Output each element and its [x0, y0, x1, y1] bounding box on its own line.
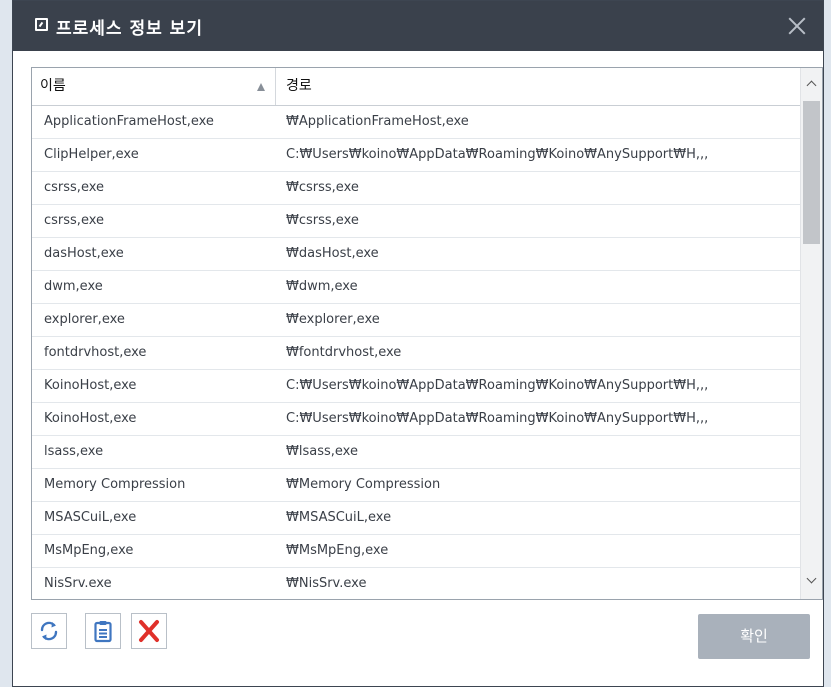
column-header-name-label: 이름	[40, 78, 66, 94]
process-name-cell: dwm,exe	[44, 279, 103, 294]
sort-ascending-icon[interactable]	[257, 83, 265, 91]
scroll-down-button[interactable]	[801, 569, 822, 595]
process-name-cell: ApplicationFrameHost,exe	[44, 114, 214, 129]
process-name-cell: Memory Compression	[44, 477, 186, 492]
refresh-icon	[40, 621, 58, 641]
window-edit-icon	[35, 18, 48, 31]
table-row[interactable]: KoinoHost,exe C:₩Users₩koino₩AppData₩Roam…	[32, 370, 801, 403]
process-path-cell: ₩MsMpEng,exe	[286, 543, 389, 558]
process-path-cell: ₩lsass,exe	[286, 444, 358, 459]
clipboard-icon	[94, 621, 112, 643]
title-bar: 프로세스 정보 보기	[13, 1, 823, 51]
copy-button[interactable]	[85, 613, 121, 649]
table-row[interactable]: NisSrv.exe ₩NisSrv.exe	[32, 568, 801, 599]
table-row[interactable]: csrss,exe ₩csrss,exe	[32, 172, 801, 205]
table-row[interactable]: dasHost,exe ₩dasHost,exe	[32, 238, 801, 271]
column-header-path[interactable]: 경로	[286, 68, 312, 105]
process-name-cell: explorer,exe	[44, 312, 125, 327]
table-row[interactable]: ClipHelper,exe C:₩Users₩koino₩AppData₩Roa…	[32, 139, 801, 172]
process-path-cell: ₩explorer,exe	[286, 312, 380, 327]
process-name-cell: fontdrvhost,exe	[44, 345, 147, 360]
process-table: 이름 경로 ApplicationFrameHost,exe ₩Applicati…	[31, 67, 823, 600]
table-row[interactable]: MsMpEng,exe ₩MsMpEng,exe	[32, 535, 801, 568]
process-name-cell: NisSrv.exe	[44, 576, 112, 591]
process-path-cell: ₩ApplicationFrameHost,exe	[286, 114, 469, 129]
table-header: 이름 경로	[32, 68, 801, 106]
confirm-button[interactable]: 확인	[698, 614, 810, 659]
table-row[interactable]: Memory Compression ₩Memory Compression	[32, 469, 801, 502]
process-path-cell: C:₩Users₩koino₩AppData₩Roaming₩Koino₩Any…	[286, 378, 709, 393]
table-row[interactable]: csrss,exe ₩csrss,exe	[32, 205, 801, 238]
process-path-cell: ₩Memory Compression	[286, 477, 441, 492]
process-name-cell: KoinoHost,exe	[44, 378, 137, 393]
process-path-cell: C:₩Users₩koino₩AppData₩Roaming₩Koino₩Any…	[286, 411, 709, 426]
process-path-cell: ₩MSASCuiL,exe	[286, 510, 392, 525]
process-name-cell: ClipHelper,exe	[44, 147, 139, 162]
process-path-cell: ₩dwm,exe	[286, 279, 358, 294]
vertical-scrollbar[interactable]	[800, 68, 822, 599]
process-name-cell: MsMpEng,exe	[44, 543, 134, 558]
process-path-cell: ₩csrss,exe	[286, 180, 359, 195]
table-row[interactable]: fontdrvhost,exe ₩fontdrvhost,exe	[32, 337, 801, 370]
column-header-name[interactable]: 이름	[40, 68, 276, 105]
process-info-dialog: 프로세스 정보 보기 이름 경로 ApplicationFrameHost,ex…	[12, 0, 824, 687]
refresh-button[interactable]	[31, 613, 67, 649]
table-row[interactable]: KoinoHost,exe C:₩Users₩koino₩AppData₩Roam…	[32, 403, 801, 436]
process-name-cell: MSASCuiL,exe	[44, 510, 137, 525]
scroll-up-button[interactable]	[801, 72, 822, 98]
process-path-cell: ₩NisSrv.exe	[286, 576, 367, 591]
process-name-cell: dasHost,exe	[44, 246, 124, 261]
scrollbar-thumb[interactable]	[803, 101, 820, 244]
table-row[interactable]: lsass,exe ₩lsass,exe	[32, 436, 801, 469]
process-path-cell: ₩csrss,exe	[286, 213, 359, 228]
process-path-cell: ₩fontdrvhost,exe	[286, 345, 402, 360]
process-path-cell: ₩dasHost,exe	[286, 246, 379, 261]
process-name-cell: KoinoHost,exe	[44, 411, 137, 426]
column-header-path-label: 경로	[286, 78, 312, 94]
process-name-cell: lsass,exe	[44, 444, 104, 459]
table-row[interactable]: explorer,exe ₩explorer,exe	[32, 304, 801, 337]
close-button[interactable]	[779, 7, 815, 43]
process-name-cell: csrss,exe	[44, 180, 105, 195]
delete-x-icon	[139, 620, 159, 642]
table-row[interactable]: dwm,exe ₩dwm,exe	[32, 271, 801, 304]
dialog-title: 프로세스 정보 보기	[56, 19, 203, 39]
table-row[interactable]: MSASCuiL,exe ₩MSASCuiL,exe	[32, 502, 801, 535]
table-row[interactable]: ApplicationFrameHost,exe ₩ApplicationFram…	[32, 106, 801, 139]
table-body: ApplicationFrameHost,exe ₩ApplicationFram…	[32, 106, 801, 599]
process-name-cell: csrss,exe	[44, 213, 105, 228]
process-path-cell: C:₩Users₩koino₩AppData₩Roaming₩Koino₩Any…	[286, 147, 709, 162]
delete-button[interactable]	[131, 613, 167, 649]
